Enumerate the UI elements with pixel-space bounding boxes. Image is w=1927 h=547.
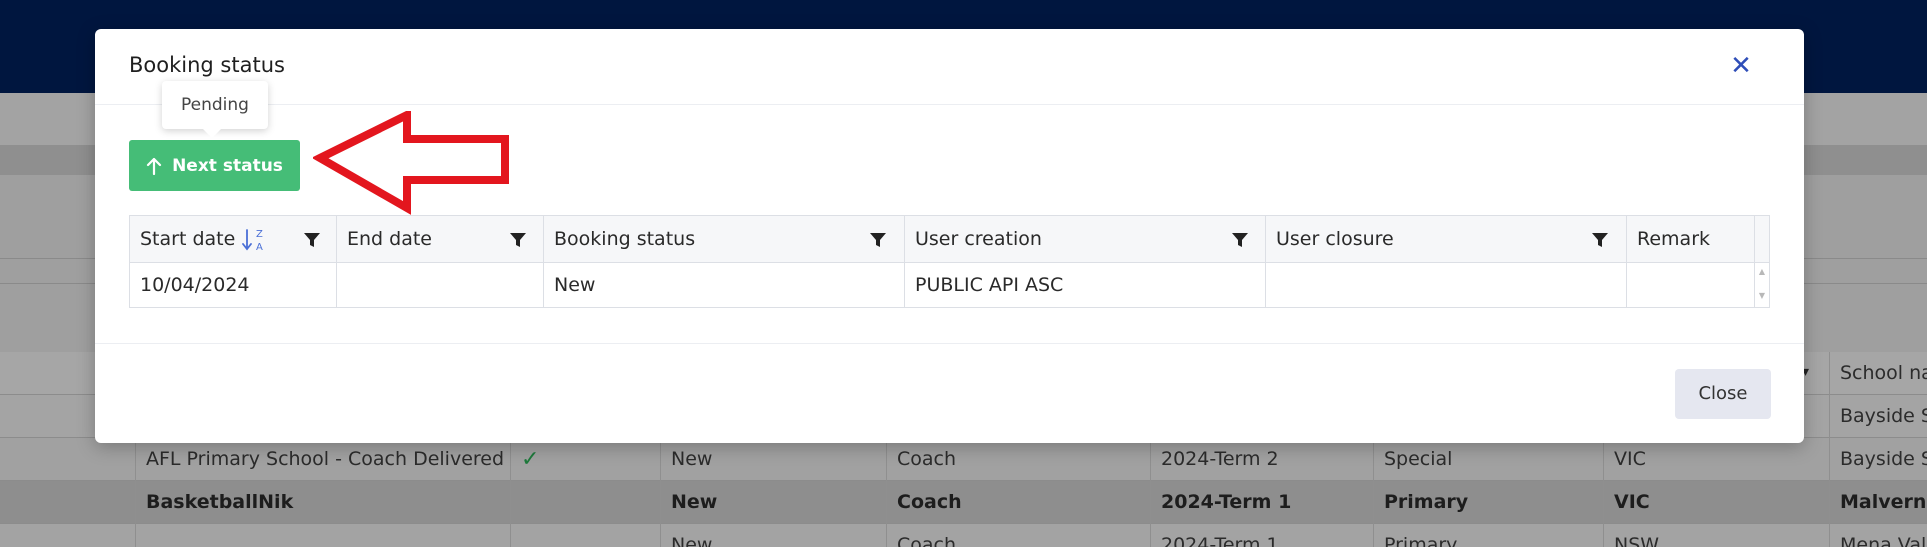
table-cell: Primary: [1373, 481, 1603, 524]
filter-icon[interactable]: [509, 231, 527, 249]
next-status-tooltip: Pending: [162, 81, 268, 129]
grid-cell-end-date[interactable]: [337, 263, 544, 307]
table-cell: VIC: [1603, 438, 1829, 481]
close-button[interactable]: Close: [1675, 369, 1771, 419]
filter-icon[interactable]: [869, 231, 887, 249]
sort-descending-icon[interactable]: Z A: [242, 226, 268, 254]
column-header-end-date[interactable]: End date: [337, 216, 544, 262]
table-cell: BasketballNik: [135, 481, 510, 524]
column-header-user-closure[interactable]: User closure: [1266, 216, 1627, 262]
table-cell: VIC: [1603, 481, 1829, 524]
next-status-label: Next status: [172, 155, 283, 176]
table-cell: AFL Primary School - Coach Delivered: [135, 438, 510, 481]
annotation-arrow-icon: [313, 111, 509, 215]
column-header-remark[interactable]: Remark: [1627, 216, 1755, 262]
filter-icon[interactable]: [1231, 231, 1249, 249]
scroll-down-icon[interactable]: ▼: [1755, 291, 1769, 300]
tooltip-pointer: [203, 129, 221, 138]
table-cell: New: [660, 481, 886, 524]
column-header-user-creation[interactable]: User creation: [905, 216, 1266, 262]
table-cell: Primary: [1373, 524, 1603, 547]
dialog-footer-divider: [95, 343, 1804, 344]
grid-cell-remark[interactable]: [1627, 263, 1755, 307]
arrow-up-icon: [146, 157, 162, 175]
filter-icon[interactable]: [1591, 231, 1609, 249]
filter-icon[interactable]: [303, 231, 321, 249]
table-cell: Malvern Ce: [1829, 481, 1927, 524]
dialog-header: Booking status ✕: [95, 29, 1804, 105]
grid-cell-booking-status[interactable]: New: [544, 263, 905, 307]
table-cell: Special: [1373, 438, 1603, 481]
scrollbar-gutter: [1755, 216, 1769, 262]
close-icon[interactable]: ✕: [1726, 51, 1756, 81]
dialog-title: Booking status: [129, 53, 285, 77]
table-cell: Mena Vale: [1829, 524, 1927, 547]
grid-header-row: Start date Z A End date Booking status U…: [130, 216, 1769, 263]
table-cell: Coach: [886, 524, 1150, 547]
table-cell: [510, 524, 660, 547]
table-cell: Bayside Sp: [1829, 395, 1927, 438]
svg-text:Z: Z: [256, 229, 263, 240]
grid-body: 10/04/2024 New PUBLIC API ASC ▲ ▼: [130, 263, 1769, 307]
table-cell: NSW: [1603, 524, 1829, 547]
table-header-school[interactable]: School nam: [1829, 352, 1927, 395]
table-cell: 2024-Term 1: [1150, 524, 1373, 547]
table-cell: Coach: [886, 481, 1150, 524]
table-cell: [135, 524, 510, 547]
table-cell: Coach: [886, 438, 1150, 481]
table-cell: 2024-Term 2: [1150, 438, 1373, 481]
next-status-button[interactable]: Next status: [129, 140, 300, 191]
grid-cell-user-creation[interactable]: PUBLIC API ASC: [905, 263, 1266, 307]
table-cell: 2024-Term 1: [1150, 481, 1373, 524]
booking-status-dialog: Booking status ✕ Pending Next status Sta…: [95, 29, 1804, 443]
status-history-grid: Start date Z A End date Booking status U…: [129, 215, 1770, 308]
grid-cell-start-date[interactable]: 10/04/2024: [130, 263, 337, 307]
column-header-booking-status[interactable]: Booking status: [544, 216, 905, 262]
column-header-start-date[interactable]: Start date Z A: [130, 216, 337, 262]
svg-text:A: A: [256, 242, 263, 253]
scroll-up-icon[interactable]: ▲: [1755, 267, 1769, 276]
table-row[interactable]: BasketballNik New Coach 2024-Term 1 Prim…: [0, 481, 1927, 524]
grid-cell-user-closure[interactable]: [1266, 263, 1627, 307]
table-cell: [510, 481, 660, 524]
table-cell: Bayside Sp: [1829, 438, 1927, 481]
table-cell: New: [660, 524, 886, 547]
table-row[interactable]: New Coach 2024-Term 1 Primary NSW Mena V…: [0, 524, 1927, 547]
table-row[interactable]: AFL Primary School - Coach Delivered ✓ N…: [0, 438, 1927, 481]
check-icon: ✓: [510, 438, 660, 481]
table-cell: New: [660, 438, 886, 481]
